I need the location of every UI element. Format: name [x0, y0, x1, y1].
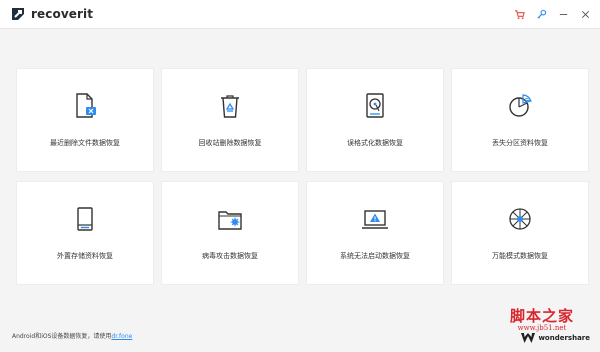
recycle-bin-icon	[221, 95, 239, 118]
card-virus-attack[interactable]: 病毒攻击数据恢复	[161, 181, 299, 285]
card-recent-deleted[interactable]: 最近删除文件数据恢复	[16, 68, 154, 172]
partition-icon	[509, 94, 532, 117]
footer-note-text: Android和iOS设备数据恢复，请使用	[12, 333, 112, 340]
watermark: 脚本之家 www.jb51.net	[510, 305, 574, 332]
card-external-storage[interactable]: 外置存储资料恢复	[16, 181, 154, 285]
footer-note: Android和iOS设备数据恢复，请使用dr.fone	[12, 331, 132, 340]
external-storage-icon	[77, 207, 93, 231]
key-icon[interactable]	[532, 5, 550, 23]
card-all-round[interactable]: 万能模式数据恢复	[451, 181, 589, 285]
watermark-url: www.jb51.net	[517, 324, 567, 332]
close-icon[interactable]	[576, 5, 594, 23]
card-system-crash[interactable]: 系统无法启动数据恢复	[306, 181, 444, 285]
brand-name: wondershare	[538, 334, 590, 342]
wondershare-logo-icon	[521, 333, 536, 343]
drfone-link[interactable]: dr.fone	[111, 333, 132, 340]
app-name: recoverit	[31, 7, 94, 21]
cart-icon[interactable]	[510, 5, 528, 23]
card-label: 病毒攻击数据恢复	[202, 252, 258, 260]
card-label: 误格式化数据恢复	[347, 139, 403, 147]
card-label: 回收站删除数据恢复	[198, 139, 262, 147]
watermark-title: 脚本之家	[509, 307, 574, 325]
card-label: 系统无法启动数据恢复	[340, 252, 410, 260]
deleted-file-icon	[76, 93, 96, 118]
hard-drive-icon	[366, 93, 384, 118]
card-label: 外置存储资料恢复	[57, 252, 113, 260]
title-bar: recoverit	[0, 0, 600, 29]
card-recycle-bin[interactable]: 回收站删除数据恢复	[161, 68, 299, 172]
laptop-warning-icon	[362, 210, 388, 229]
all-round-icon	[509, 208, 531, 230]
recoverit-logo-icon	[12, 8, 24, 20]
minimize-icon[interactable]	[554, 5, 572, 23]
card-lost-partition[interactable]: 丢失分区资料恢复	[451, 68, 589, 172]
card-label: 万能模式数据恢复	[492, 252, 548, 260]
card-format[interactable]: 误格式化数据恢复	[306, 68, 444, 172]
card-label: 丢失分区资料恢复	[492, 139, 548, 147]
card-label: 最近删除文件数据恢复	[50, 139, 120, 147]
brand-logo: wondershare	[521, 333, 590, 343]
virus-folder-icon	[218, 211, 242, 230]
app-logo: recoverit	[10, 6, 93, 22]
